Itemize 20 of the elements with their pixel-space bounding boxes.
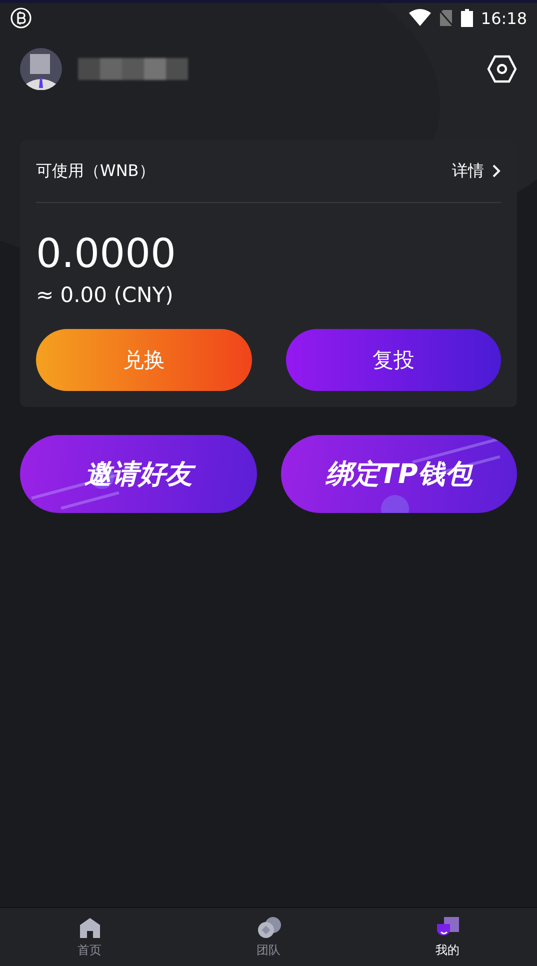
balance-amount: 0.0000: [36, 231, 177, 277]
nav-tab[interactable]: 团队: [179, 908, 358, 966]
battery-icon: [460, 9, 473, 27]
bitcoin-icon: [10, 7, 32, 29]
chevron-icon: [492, 164, 501, 178]
banner-button[interactable]: 绑定TP钱包: [280, 435, 517, 513]
wifi-icon: [408, 9, 431, 27]
nav-tab[interactable]: 首页: [0, 908, 179, 966]
balance-approx: ≈ 0.00 (CNY): [36, 283, 174, 307]
coins-icon: [256, 916, 282, 940]
details-link[interactable]: 详情: [452, 160, 501, 182]
nav-tab[interactable]: 我的: [358, 908, 537, 966]
avatar-icon: [20, 48, 62, 90]
settings-icon[interactable]: [487, 55, 517, 83]
action-button[interactable]: 复投: [286, 329, 501, 391]
balance-title: 可使用（WNB）: [36, 160, 155, 182]
banner-button[interactable]: 邀请好友: [20, 435, 256, 513]
no-sim-icon: [438, 9, 453, 27]
home-icon: [78, 916, 102, 940]
status-time: 16:18: [480, 8, 527, 28]
